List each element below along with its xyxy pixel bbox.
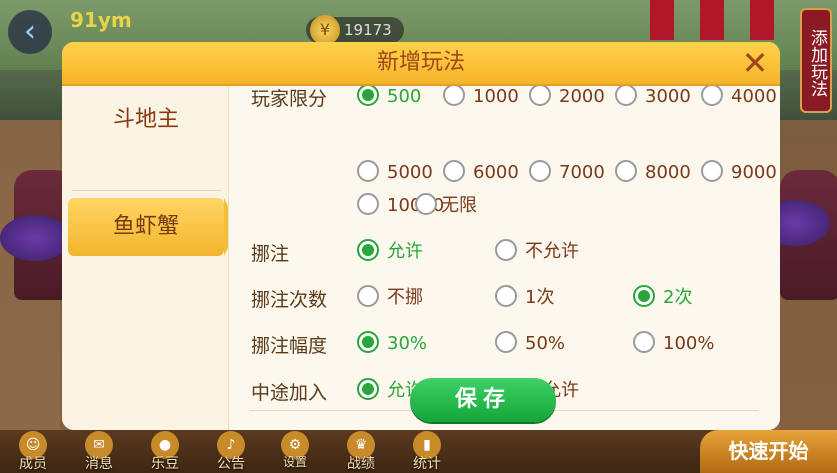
option-label: 2000 (559, 86, 605, 107)
tab-label: 设置 (282, 455, 307, 469)
radio-icon (415, 193, 437, 215)
option-move-range-50[interactable]: 50% (495, 331, 565, 357)
option-label: 2次 (663, 287, 693, 308)
tab-label: 战绩 (347, 456, 375, 472)
option-label: 无限 (441, 195, 477, 216)
radio-icon (615, 160, 637, 182)
option-score-6000[interactable]: 6000 (443, 160, 519, 186)
row-label-move-range: 挪注幅度 (251, 335, 328, 357)
option-label: 7000 (559, 162, 605, 183)
option-label: 5000 (387, 162, 433, 183)
row-label-move-count: 挪注次数 (251, 289, 328, 311)
tab-label: 乐豆 (151, 456, 179, 472)
sidebar-item-yuxiaxie[interactable]: 鱼虾蟹 (68, 198, 238, 256)
tab-beans[interactable]: ● 乐豆 (140, 430, 190, 473)
option-score-unlimited[interactable]: 无限 (415, 193, 477, 219)
banner-decoration (700, 0, 724, 40)
option-label: 6000 (473, 162, 519, 183)
save-button[interactable]: 保存 (410, 378, 556, 422)
radio-icon (357, 160, 379, 182)
banner-decoration (650, 0, 674, 40)
close-icon[interactable]: ✕ (738, 47, 772, 81)
radio-icon (633, 331, 655, 353)
row-label-mid-join: 中途加入 (251, 382, 328, 404)
back-button[interactable]: ‹ (8, 10, 52, 54)
radio-icon (615, 86, 637, 106)
option-score-500[interactable]: 500 (357, 86, 421, 110)
sidebar-item-doudizhu[interactable]: 斗地主 (68, 91, 224, 149)
new-game-mode-dialog: 新增玩法 ✕ 斗地主 鱼虾蟹 玩家限分 500 1000 2000 3000 4… (62, 42, 780, 430)
option-move-bet-allow[interactable]: 允许 (357, 239, 423, 265)
option-score-4000[interactable]: 4000 (701, 86, 777, 110)
option-label: 不允许 (525, 241, 579, 262)
radio-icon (443, 86, 465, 106)
option-move-bet-deny[interactable]: 不允许 (495, 239, 579, 265)
radio-icon (633, 285, 655, 307)
radio-icon (443, 160, 465, 182)
tab-label: 成员 (19, 456, 47, 472)
option-move-range-100[interactable]: 100% (633, 331, 714, 357)
tab-stats[interactable]: ▮ 统计 (402, 430, 452, 473)
option-score-7000[interactable]: 7000 (529, 160, 605, 186)
add-play-button[interactable]: 添加玩法 (800, 8, 832, 113)
tab-records[interactable]: ♛ 战绩 (336, 430, 386, 473)
radio-icon (357, 193, 379, 215)
option-label: 30% (387, 333, 428, 354)
radio-icon (357, 239, 379, 261)
dialog-title: 新增玩法 (376, 50, 465, 75)
option-move-count-1[interactable]: 1次 (495, 285, 554, 311)
radio-icon (701, 160, 723, 182)
radio-icon (357, 285, 379, 307)
option-label: 4000 (731, 86, 777, 107)
player-name: 91ym (70, 8, 132, 32)
tab-label: 消息 (85, 456, 113, 472)
option-label: 不挪 (387, 287, 423, 308)
option-label: 3000 (645, 86, 691, 107)
option-move-count-2[interactable]: 2次 (633, 285, 692, 311)
radio-icon (357, 86, 379, 106)
option-label: 允许 (387, 241, 423, 262)
radio-icon (529, 86, 551, 106)
tab-announcement[interactable]: ♪ 公告 (206, 430, 256, 473)
option-label: 9000 (731, 162, 777, 183)
quick-start-button[interactable]: 快速开始 (700, 430, 837, 473)
option-label: 100% (663, 333, 715, 354)
option-move-count-none[interactable]: 不挪 (357, 285, 423, 311)
dialog-header: 新增玩法 ✕ (62, 42, 780, 86)
game-type-sidebar: 斗地主 鱼虾蟹 (62, 86, 238, 430)
radio-icon (529, 160, 551, 182)
coin-icon: ¥ (310, 15, 340, 45)
tab-settings[interactable]: ⚙ 设置 (270, 430, 320, 470)
option-move-range-30[interactable]: 30% (357, 331, 427, 357)
row-label-score-limit: 玩家限分 (251, 88, 328, 110)
row-label-move-bet: 挪注 (251, 243, 290, 265)
radio-icon (357, 378, 379, 400)
back-arrow-icon: ‹ (24, 14, 36, 49)
radio-icon (495, 331, 517, 353)
option-label: 1000 (473, 86, 519, 107)
option-score-2000[interactable]: 2000 (529, 86, 605, 110)
sidebar-divider (72, 190, 222, 191)
option-label: 50% (525, 333, 566, 354)
option-label: 8000 (645, 162, 691, 183)
option-score-5000[interactable]: 5000 (357, 160, 433, 186)
option-label: 1次 (525, 287, 555, 308)
table-decoration (0, 215, 70, 261)
option-score-9000[interactable]: 9000 (701, 160, 777, 186)
radio-icon (495, 239, 517, 261)
radio-icon (357, 331, 379, 353)
option-score-3000[interactable]: 3000 (615, 86, 691, 110)
tab-members[interactable]: ☺ 成员 (8, 430, 58, 473)
option-score-1000[interactable]: 1000 (443, 86, 519, 110)
option-label: 500 (387, 86, 422, 107)
banner-decoration (750, 0, 774, 40)
radio-icon (701, 86, 723, 106)
tab-label: 统计 (413, 456, 441, 472)
tab-label: 公告 (217, 456, 245, 472)
radio-icon (495, 285, 517, 307)
option-score-8000[interactable]: 8000 (615, 160, 691, 186)
tab-messages[interactable]: ✉ 消息 (74, 430, 124, 473)
